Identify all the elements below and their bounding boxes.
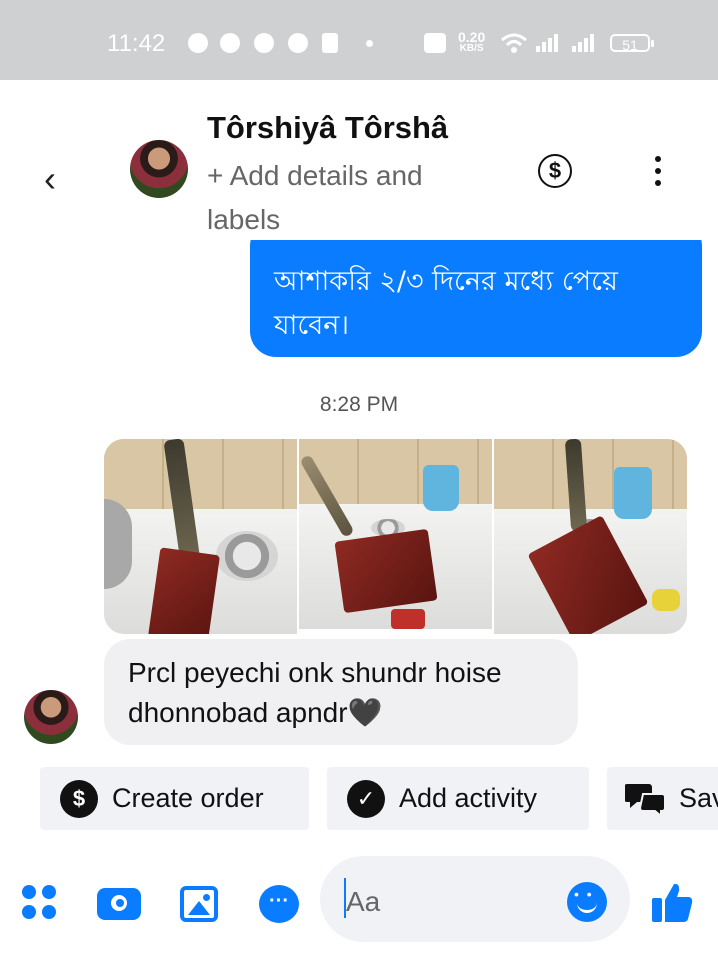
message-timestamp: 8:28 PM [319,393,399,416]
create-order-label: Create order [112,783,264,813]
message-list: আশাকরি ২/৩ দিনের মধ্যে পেয়ে যাবেন। 8:28… [0,240,718,760]
more-vertical-icon[interactable] [655,156,661,192]
mute-icon [424,33,446,53]
notification-icon [288,33,308,53]
emoji-icon[interactable] [567,882,607,922]
save-label: Save [679,783,718,813]
outgoing-message[interactable]: আশাকরি ২/৩ দিনের মধ্যে পেয়ে যাবেন। [250,240,702,357]
status-bar: 11:42 0.20 KB/S 51 [0,0,718,80]
photo-attachment[interactable] [104,439,297,634]
notification-icon [254,33,274,53]
save-button[interactable]: Save [607,767,718,830]
battery-icon: 51 [610,34,654,53]
network-speed: 0.20 KB/S [458,30,485,55]
incoming-message[interactable]: Prcl peyechi onk shundr hoise dhonnobad … [104,639,578,745]
network-speed-unit: KB/S [459,43,484,54]
contact-avatar[interactable] [24,690,78,744]
dot-icon [366,40,373,47]
image-icon[interactable] [180,886,218,922]
contact-name[interactable]: Tôrshiyâ Tôrshâ [207,110,448,146]
dollar-circle-icon: $ [60,780,98,818]
add-activity-button[interactable]: ✓ Add activity [327,767,589,830]
status-time: 11:42 [107,30,166,57]
notification-icon [322,33,338,53]
chat-icon[interactable]: ··· [259,885,299,923]
add-activity-label: Add activity [399,783,538,813]
messenger-icon [220,33,240,53]
camera-icon[interactable] [97,888,141,920]
signal-icon [536,34,560,54]
black-heart-emoji: 🖤 [347,697,383,728]
chevron-left-icon[interactable]: ‹ [44,158,56,200]
conversation-header: ‹ Tôrshiyâ Tôrshâ + Add details and labe… [0,80,718,240]
dollar-circle-icon[interactable]: $ [538,154,572,188]
wifi-icon [501,33,527,53]
contact-avatar[interactable] [130,140,188,198]
message-input[interactable]: Aa [320,856,630,942]
incoming-message-text: Prcl peyechi onk shundr hoise dhonnobad … [128,657,502,728]
composer-bar: ··· Aa [0,850,718,956]
photo-attachment[interactable] [299,439,492,634]
chat-bubbles-icon [625,784,666,817]
create-order-button[interactable]: $ Create order [40,767,309,830]
signal-icon [572,34,596,54]
add-details-link[interactable]: + Add details and labels [207,154,487,242]
thumbs-up-icon[interactable] [650,880,694,924]
apps-icon[interactable] [22,885,58,921]
check-circle-icon: ✓ [347,780,385,818]
notification-icon [188,33,208,53]
message-input-placeholder: Aa [346,886,381,917]
photo-attachment[interactable] [494,439,687,634]
